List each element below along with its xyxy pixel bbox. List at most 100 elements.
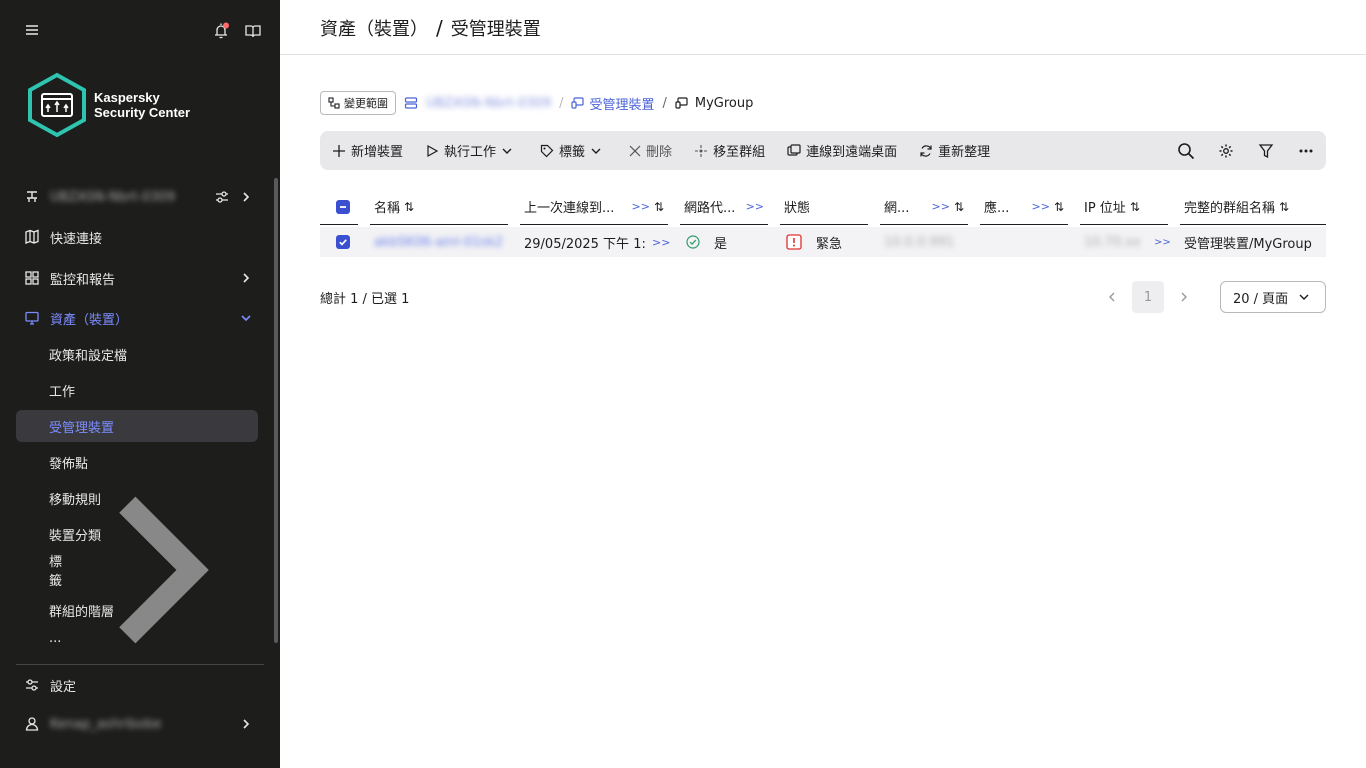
filter-icon[interactable]	[1256, 141, 1276, 161]
sort-icon[interactable]: ⇅	[1130, 200, 1140, 214]
play-icon	[427, 144, 439, 157]
next-page-button[interactable]	[1172, 285, 1196, 309]
cell-status: 緊急	[782, 227, 878, 257]
kaspersky-hex-icon	[28, 72, 86, 138]
column-header-status[interactable]: 狀態	[780, 189, 868, 225]
remote-desktop-button[interactable]: 連線到遠端桌面	[787, 141, 897, 160]
column-header-label: 上一次連線到...	[524, 201, 615, 216]
sidebar-item-settings[interactable]: 設定	[16, 669, 258, 701]
breadcrumb-server[interactable]: UBZASN-Nbrt-0309	[404, 96, 551, 111]
kaspersky-logo: Kaspersky Security Center	[26, 72, 226, 140]
expand-ip-button[interactable]: >>	[1150, 227, 1170, 257]
page-title-current: 受管理裝置	[450, 19, 541, 40]
expand-column-icon[interactable]: >>	[746, 200, 764, 213]
page-size-value: 20 / 頁面	[1233, 291, 1289, 307]
ip-value: 10.70.xx	[1084, 234, 1141, 250]
sidebar-server-selector[interactable]: UBZASN-Nbrt-0309	[16, 181, 258, 213]
sidebar-subitem-label: 工作	[49, 384, 76, 400]
breadcrumb-managed-devices[interactable]: 受管理裝置	[571, 94, 655, 113]
action-toolbar: 新增裝置 執行工作 標籤 刪除 移至群組 連線到遠端桌面 重新整理	[320, 131, 1326, 170]
chevron-right-icon	[243, 719, 250, 729]
run-task-button[interactable]: 執行工作	[425, 141, 518, 160]
map-icon	[25, 229, 39, 244]
expand-column-icon[interactable]: >>	[1032, 200, 1050, 213]
table-row[interactable]: akbSK06-ainl-01sk2 29/05/2025 下午 1: >> 是…	[320, 227, 1326, 257]
cell-full-group-name: 受管理裝置/MyGroup	[1180, 227, 1326, 257]
sidebar-top-bar	[0, 18, 280, 46]
expand-column-icon[interactable]: >>	[632, 200, 650, 213]
device-name-link[interactable]: akbSK06-ainl-01sk2	[374, 235, 503, 250]
breadcrumb-separator: /	[559, 95, 564, 111]
column-header-application[interactable]: 應... >> ⇅	[980, 189, 1068, 225]
sidebar: Kaspersky Security Center UBZASN-Nbrt-03…	[0, 0, 280, 768]
sidebar-subitem-managed-devices[interactable]: 受管理裝置	[16, 410, 258, 442]
user-name: Kenap_ashribobe	[50, 716, 162, 732]
column-header-network-agent[interactable]: 網路代... >>	[680, 189, 768, 225]
chevron-down-icon	[241, 315, 251, 322]
refresh-icon	[920, 144, 932, 157]
tags-button[interactable]: 標籤	[540, 141, 607, 160]
cell-device-name[interactable]: akbSK06-ainl-01sk2	[370, 227, 510, 257]
sidebar-subitem-group-hierarchy[interactable]: 群組的階層	[16, 594, 258, 626]
user-icon	[25, 717, 39, 731]
server-icon	[27, 191, 37, 202]
sidebar-subitem-tasks[interactable]: 工作	[16, 374, 258, 406]
refresh-button[interactable]: 重新整理	[919, 141, 990, 160]
sidebar-subitem-label: ...	[49, 632, 62, 644]
agent-value: 是	[714, 236, 728, 252]
breadcrumb-server-label: UBZASN-Nbrt-0309	[426, 95, 552, 111]
toolbar-right-actions	[1156, 141, 1316, 161]
expand-cell-button[interactable]: >>	[648, 227, 672, 257]
sidebar-subitem-more[interactable]: ...	[16, 632, 258, 644]
row-checkbox[interactable]	[320, 227, 358, 257]
column-header-label: 狀態	[784, 201, 811, 216]
group-name-value: 受管理裝置/MyGroup	[1184, 236, 1312, 252]
add-device-label: 新增裝置	[351, 145, 404, 160]
network-value: 10.0.0.991	[884, 234, 955, 250]
gear-icon[interactable]	[1216, 141, 1236, 161]
breadcrumb: 變更範圍 UBZASN-Nbrt-0309 / 受管理裝置 / MyGroup	[320, 91, 753, 115]
previous-page-button[interactable]	[1100, 285, 1124, 309]
sidebar-item-monitoring[interactable]: 監控和報告	[16, 262, 258, 294]
menu-icon[interactable]	[24, 22, 42, 40]
more-options-icon[interactable]	[1296, 141, 1316, 161]
expand-column-icon[interactable]: >>	[932, 200, 950, 213]
sidebar-item-assets[interactable]: 資產（裝置）	[16, 302, 258, 334]
sidebar-subitem-policies[interactable]: 政策和設定檔	[16, 338, 258, 370]
notifications-icon[interactable]	[212, 22, 230, 40]
critical-status-icon	[786, 234, 802, 250]
sort-icon[interactable]: ⇅	[1054, 200, 1064, 214]
change-scope-label: 變更範圍	[344, 97, 388, 110]
column-header-network[interactable]: 網... >> ⇅	[880, 189, 968, 225]
table-header: 名稱 ⇅ 上一次連線到... >> ⇅ 網路代... >> 狀態 網... >> ⇅ 應..…	[320, 189, 1326, 225]
sidebar-user-menu[interactable]: Kenap_ashribobe	[16, 708, 258, 740]
sidebar-item-quick-connect[interactable]: 快速連接	[16, 221, 258, 253]
move-to-group-button[interactable]: 移至群組	[694, 141, 765, 160]
book-icon[interactable]	[244, 22, 262, 40]
select-all-checkbox[interactable]	[320, 189, 358, 225]
server-name: UBZASN-Nbrt-0309	[50, 189, 176, 205]
page-size-select[interactable]: 20 / 頁面	[1220, 281, 1326, 313]
column-header-name[interactable]: 名稱 ⇅	[370, 189, 508, 225]
sliders-icon[interactable]	[214, 189, 230, 205]
delete-button[interactable]: 刪除	[629, 141, 672, 160]
column-header-full-group-name[interactable]: 完整的群組名稱 ⇅	[1180, 189, 1326, 225]
sidebar-item-label: 快速連接	[50, 231, 103, 247]
page-number-button[interactable]: 1	[1132, 281, 1164, 313]
sidebar-scrollbar[interactable]	[274, 178, 278, 643]
close-icon	[629, 145, 641, 156]
breadcrumb-current-group: MyGroup	[675, 96, 753, 111]
column-header-last-connected[interactable]: 上一次連線到... >> ⇅	[520, 189, 668, 225]
search-icon[interactable]	[1176, 141, 1196, 161]
sort-icon[interactable]: ⇅	[404, 200, 414, 214]
column-header-ip-address[interactable]: IP 位址 ⇅	[1080, 189, 1168, 225]
sort-icon[interactable]: ⇅	[1279, 200, 1289, 214]
column-header-label: 網路代...	[684, 201, 736, 216]
add-device-button[interactable]: 新增裝置	[332, 141, 403, 160]
sort-icon[interactable]: ⇅	[954, 200, 964, 214]
change-scope-button[interactable]: 變更範圍	[320, 91, 396, 115]
sort-icon[interactable]: ⇅	[654, 200, 664, 214]
refresh-label: 重新整理	[938, 145, 991, 160]
sidebar-subitem-tags[interactable]: 標籤	[16, 496, 258, 644]
delete-label: 刪除	[646, 145, 673, 160]
